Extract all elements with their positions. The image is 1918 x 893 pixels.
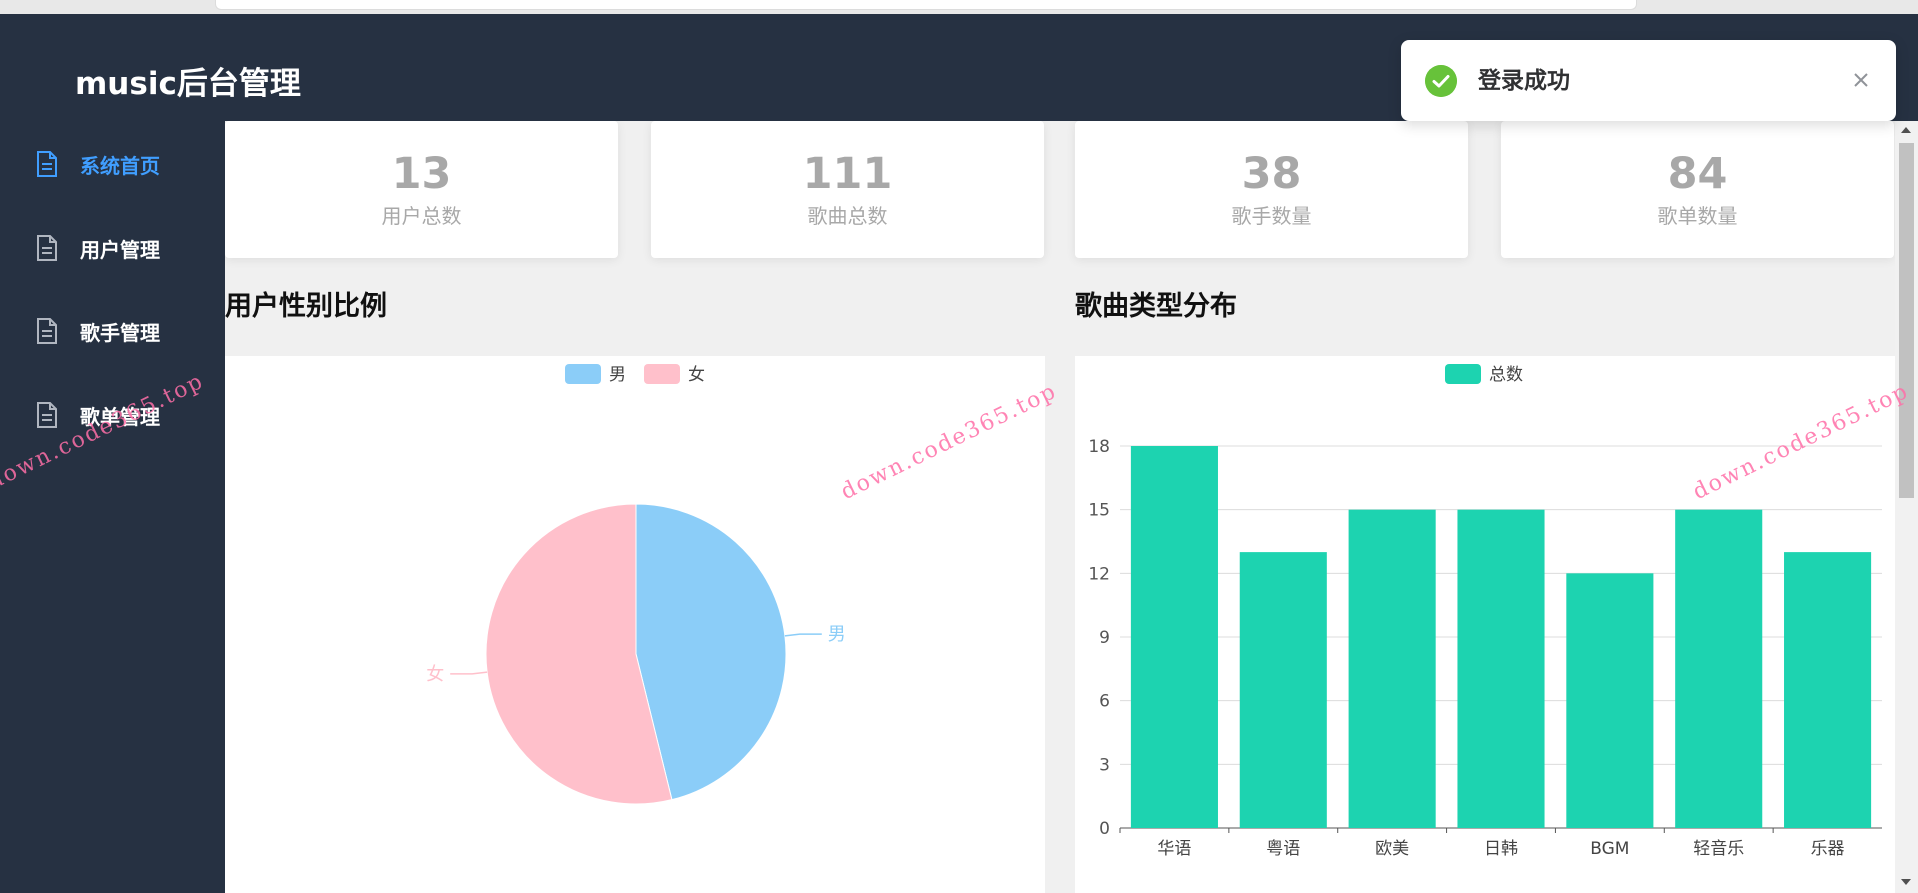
stat-value: 111 xyxy=(802,149,893,199)
bar xyxy=(1675,509,1763,828)
stat-label: 用户总数 xyxy=(381,204,462,228)
pie-label-line xyxy=(450,671,488,675)
scrollbar-thumb[interactable] xyxy=(1899,143,1914,498)
stat-card-songs: 111 歌曲总数 xyxy=(651,121,1044,258)
login-success-toast: 登录成功 xyxy=(1401,40,1896,121)
x-tick-label: 华语 xyxy=(1157,839,1191,859)
bar xyxy=(1457,509,1545,828)
y-tick-label: 0 xyxy=(1099,819,1110,839)
legend-label: 男 xyxy=(609,365,626,385)
y-tick-label: 18 xyxy=(1088,437,1110,457)
sidebar-item-users[interactable]: 用户管理 xyxy=(0,218,225,278)
stat-label: 歌手数量 xyxy=(1231,204,1312,228)
legend-swatch xyxy=(565,364,601,384)
legend-label: 总数 xyxy=(1489,365,1523,385)
stat-card-singers: 38 歌手数量 xyxy=(1075,121,1468,258)
pie-label: 女 xyxy=(426,664,444,685)
app-title: music后台管理 xyxy=(75,66,301,102)
address-bar[interactable] xyxy=(215,0,1637,10)
sidebar-item-home[interactable]: 系统首页 xyxy=(0,134,225,194)
main-content: 13 用户总数 111 歌曲总数 38 歌手数量 84 歌单数量 用户性别比例 … xyxy=(225,121,1895,893)
sidebar-item-label: 用户管理 xyxy=(80,237,160,262)
stat-label: 歌单数量 xyxy=(1657,204,1738,228)
bar xyxy=(1784,552,1872,828)
browser-top-strip xyxy=(0,0,1918,15)
document-icon xyxy=(37,402,57,428)
x-tick-label: 乐器 xyxy=(1811,839,1845,859)
stat-card-users: 13 用户总数 xyxy=(225,121,618,258)
x-tick-label: 粤语 xyxy=(1266,839,1300,859)
page-scrollbar[interactable] xyxy=(1895,121,1918,893)
scroll-down-arrow-icon[interactable] xyxy=(1901,879,1911,885)
x-tick-label: BGM xyxy=(1590,839,1629,859)
sidebar-item-label: 歌手管理 xyxy=(80,320,160,345)
stat-value: 38 xyxy=(1241,149,1302,199)
pie-label: 男 xyxy=(828,624,846,645)
legend-label: 女 xyxy=(688,365,705,385)
scroll-up-arrow-icon[interactable] xyxy=(1901,127,1911,133)
y-tick-label: 3 xyxy=(1099,755,1110,775)
x-tick-label: 欧美 xyxy=(1375,839,1409,859)
bar xyxy=(1566,573,1654,828)
bar xyxy=(1130,446,1218,828)
y-tick-label: 6 xyxy=(1099,692,1110,712)
stat-card-playlists: 84 歌单数量 xyxy=(1501,121,1894,258)
y-tick-label: 9 xyxy=(1099,628,1110,648)
sidebar: 系统首页 用户管理 歌手管理 歌单管理 xyxy=(0,121,225,893)
document-icon xyxy=(37,151,57,177)
x-tick-label: 日韩 xyxy=(1484,839,1518,859)
stat-value: 13 xyxy=(391,149,452,199)
document-icon xyxy=(37,318,57,344)
gender-pie-chart: 男女男女 xyxy=(426,364,846,805)
genre-chart-panel: 总数 0 3 6 9 12 15 18 华语 粤语 欧美 日韩 BGM 轻音乐 乐器 xyxy=(1075,356,1895,893)
bar xyxy=(1348,509,1436,828)
gender-chart-title: 用户性别比例 xyxy=(225,291,387,322)
sidebar-item-label: 系统首页 xyxy=(80,153,160,178)
check-circle-icon xyxy=(1425,65,1457,97)
legend-swatch xyxy=(644,364,680,384)
close-icon[interactable] xyxy=(1849,68,1873,92)
gender-chart-panel: 男女男女 xyxy=(225,356,1045,893)
stat-value: 84 xyxy=(1667,149,1728,199)
y-tick-label: 15 xyxy=(1088,501,1110,521)
genre-chart-title: 歌曲类型分布 xyxy=(1075,291,1237,322)
x-tick-label: 轻音乐 xyxy=(1693,839,1744,859)
genre-bar-chart: 总数 0 3 6 9 12 15 18 华语 粤语 欧美 日韩 BGM 轻音乐 乐器 xyxy=(1088,364,1882,859)
stat-label: 歌曲总数 xyxy=(807,204,888,228)
y-tick-label: 12 xyxy=(1088,564,1110,584)
legend-swatch xyxy=(1445,364,1481,384)
toast-message: 登录成功 xyxy=(1478,68,1570,94)
pie-label-line xyxy=(784,633,822,637)
bar xyxy=(1239,552,1327,828)
document-icon xyxy=(37,235,57,261)
sidebar-item-singers[interactable]: 歌手管理 xyxy=(0,301,225,361)
